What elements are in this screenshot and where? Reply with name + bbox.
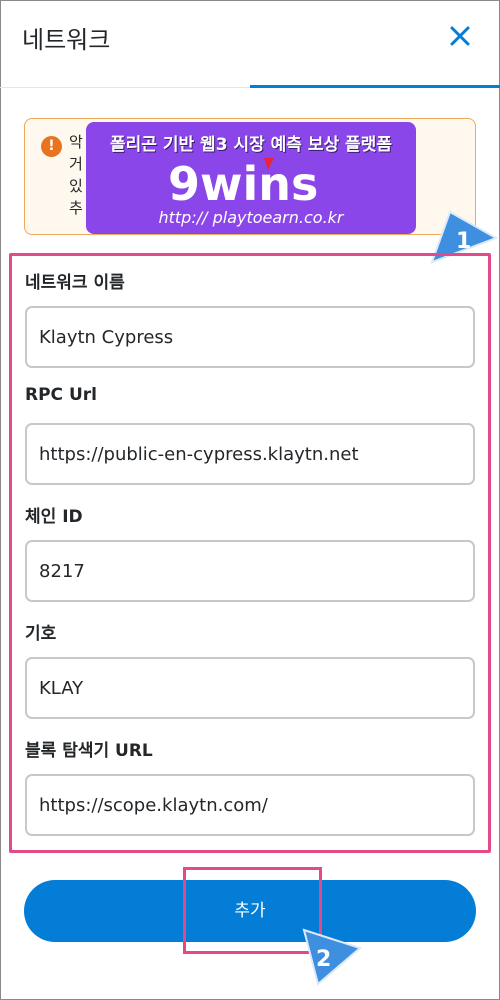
symbol-label: 기호 xyxy=(25,624,57,644)
active-tab-indicator xyxy=(250,85,500,88)
close-icon xyxy=(450,26,470,46)
chain-id-label: 체인 ID xyxy=(25,507,83,527)
close-button[interactable] xyxy=(446,22,476,52)
network-name-label: 네트워크 이름 xyxy=(25,273,125,293)
symbol-input[interactable]: KLAY xyxy=(25,657,475,719)
promo-logo: 9wins xyxy=(168,157,318,211)
promo-url: http:// playtoearn.co.kr xyxy=(158,208,344,227)
badge-2-label: 2 xyxy=(316,947,331,972)
header: 네트워크 xyxy=(0,0,500,88)
block-explorer-label: 블록 탐색기 URL xyxy=(25,741,153,761)
rpc-url-input[interactable]: https://public-en-cypress.klaytn.net xyxy=(25,423,475,485)
promo-logo-text: 9wins xyxy=(168,157,318,211)
block-explorer-input[interactable]: https://scope.klaytn.com/ xyxy=(25,774,475,836)
step-badge-2: 2 xyxy=(302,928,363,986)
chain-id-input[interactable]: 8217 xyxy=(25,540,475,602)
rpc-url-label: RPC Url xyxy=(25,385,97,405)
network-name-input[interactable]: Klaytn Cypress xyxy=(25,306,475,368)
warning-icon: ! xyxy=(41,136,62,157)
badge-1-label: 1 xyxy=(456,229,471,254)
promo-title: 폴리곤 기반 웹3 시장 예측 보상 플랫폼 xyxy=(110,135,392,155)
promo-banner[interactable]: 폴리곤 기반 웹3 시장 예측 보상 플랫폼 9wins http:// pla… xyxy=(86,122,416,234)
page-title: 네트워크 xyxy=(22,26,111,54)
